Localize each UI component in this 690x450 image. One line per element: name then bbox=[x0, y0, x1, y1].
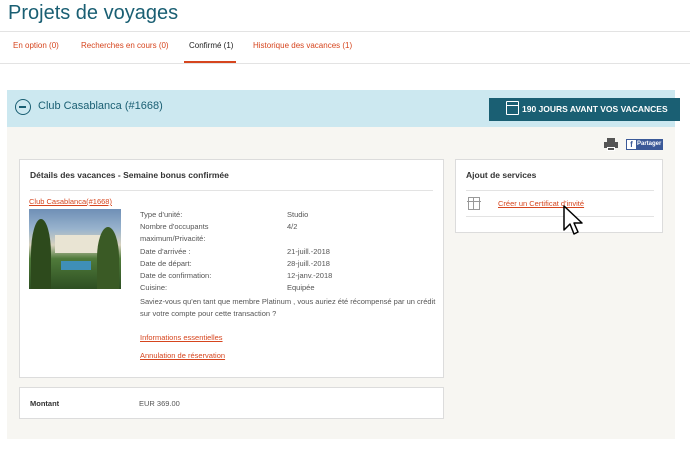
amount-panel: Montant EUR 369.00 bbox=[19, 387, 444, 419]
tab-confirme[interactable]: Confirmé (1) bbox=[189, 41, 233, 50]
tab-bar: En option (0) Recherches en cours (0) Co… bbox=[0, 31, 690, 64]
facebook-share-button[interactable]: f Partager bbox=[626, 139, 663, 150]
days-badge-label: 190 JOURS AVANT VOS VACANCES bbox=[522, 104, 668, 114]
resort-photo bbox=[29, 209, 121, 289]
page-title: Projets de voyages bbox=[8, 2, 179, 24]
collapse-minus-icon[interactable] bbox=[15, 99, 31, 115]
vacation-details-panel: Détails des vacances - Semaine bonus con… bbox=[19, 159, 444, 378]
amount-value: EUR 369.00 bbox=[139, 399, 180, 408]
days-before-vacation-badge: 190 JOURS AVANT VOS VACANCES bbox=[489, 98, 680, 121]
club-link[interactable]: Club Casablanca(#1668) bbox=[29, 197, 112, 206]
divider bbox=[466, 216, 654, 217]
divider bbox=[466, 190, 654, 191]
kitchen-label: Cuisine: bbox=[140, 283, 168, 292]
departure-date-value: 28-juill.-2018 bbox=[287, 259, 330, 268]
departure-date-label: Date de départ: bbox=[140, 259, 192, 268]
unit-type-value: Studio bbox=[287, 210, 309, 219]
confirmation-date-value: 12-janv.-2018 bbox=[287, 271, 333, 280]
calendar-icon bbox=[506, 101, 519, 115]
confirmation-date-label: Date de confirmation: bbox=[140, 271, 212, 280]
unit-type-label: Type d'unité: bbox=[140, 210, 183, 219]
club-banner: Club Casablanca (#1668) 190 JOURS AVANT … bbox=[7, 90, 680, 127]
facebook-icon: f bbox=[627, 140, 636, 149]
mouse-pointer-icon bbox=[563, 205, 583, 235]
gift-icon bbox=[467, 197, 481, 210]
kitchen-value: Equipée bbox=[287, 283, 315, 292]
tab-en-option[interactable]: En option (0) bbox=[13, 41, 59, 50]
amount-label: Montant bbox=[30, 399, 60, 408]
privacy-label: maximum/Privacité: bbox=[140, 234, 206, 243]
services-heading: Ajout de services bbox=[466, 170, 537, 180]
services-panel: Ajout de services Créer un Certificat d'… bbox=[455, 159, 663, 233]
arrival-date-value: 21-juill.-2018 bbox=[287, 247, 330, 256]
platinum-notice: Saviez-vous qu'en tant que membre Platin… bbox=[140, 297, 436, 318]
share-label: Partager bbox=[637, 141, 662, 147]
tab-historique[interactable]: Historique des vacances (1) bbox=[253, 41, 352, 50]
occupants-value: 4/2 bbox=[287, 222, 298, 231]
details-heading: Détails des vacances - Semaine bonus con… bbox=[30, 170, 229, 180]
essential-info-link[interactable]: Informations essentielles bbox=[140, 333, 223, 342]
cancel-reservation-link[interactable]: Annulation de réservation bbox=[140, 351, 225, 360]
club-title: Club Casablanca (#1668) bbox=[38, 100, 163, 112]
arrival-date-label: Date d'arrivée : bbox=[140, 247, 191, 256]
occupants-label: Nombre d'occupants bbox=[140, 222, 209, 231]
tab-recherches-en-cours[interactable]: Recherches en cours (0) bbox=[81, 41, 169, 50]
printer-icon[interactable] bbox=[604, 138, 618, 151]
divider bbox=[30, 190, 433, 191]
active-tab-indicator bbox=[184, 61, 236, 63]
